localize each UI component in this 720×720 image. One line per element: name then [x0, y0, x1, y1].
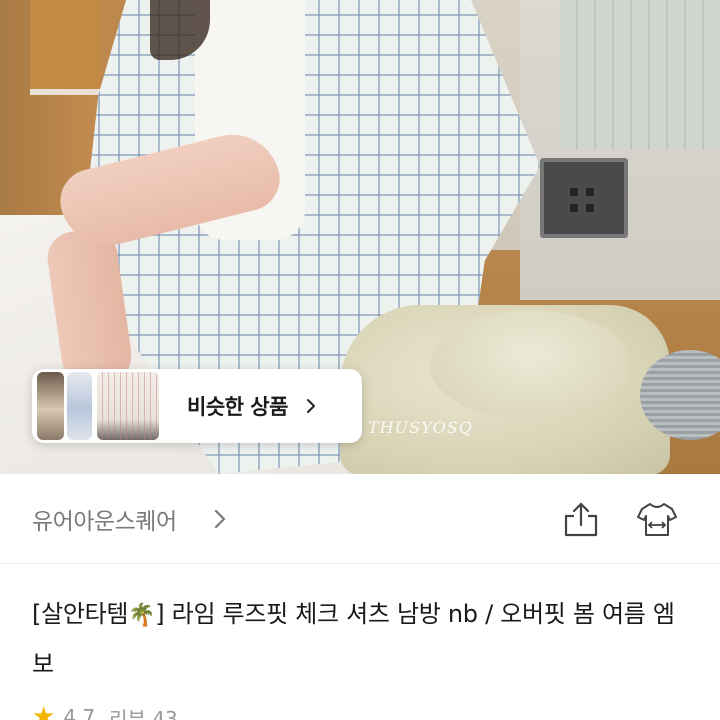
star-icon: ★ — [32, 702, 56, 720]
title-prefix: [살안타템 — [32, 600, 129, 628]
store-row: 유어아운스퀘어 — [0, 474, 720, 564]
share-icon[interactable] — [562, 500, 600, 538]
similar-products-button[interactable]: 비슷한 상품 — [32, 369, 362, 443]
palm-tree-icon: 🌴 — [128, 603, 156, 628]
similar-thumbnail — [37, 372, 64, 440]
chevron-right-icon — [306, 399, 315, 413]
store-name-link[interactable]: 유어아운스퀘어 — [32, 502, 177, 536]
similar-thumbnail — [97, 372, 159, 440]
product-title: [살안타템🌴] 라임 루즈핏 체크 셔츠 남방 nb / 오버핏 봄 여름 엠보 — [32, 590, 692, 689]
similar-thumbnails — [34, 372, 159, 440]
review-count: 리뷰 43 — [109, 706, 178, 720]
rating-row[interactable]: ★ 4.7 리뷰 43 — [32, 702, 178, 720]
shirt-size-icon[interactable] — [636, 500, 678, 538]
similar-products-label: 비슷한 상품 — [187, 395, 288, 419]
rating-score: 4.7 — [63, 705, 96, 720]
similar-thumbnail — [67, 372, 92, 440]
image-watermark: THUSYOSQ — [368, 418, 473, 437]
chevron-right-icon[interactable] — [212, 508, 228, 530]
